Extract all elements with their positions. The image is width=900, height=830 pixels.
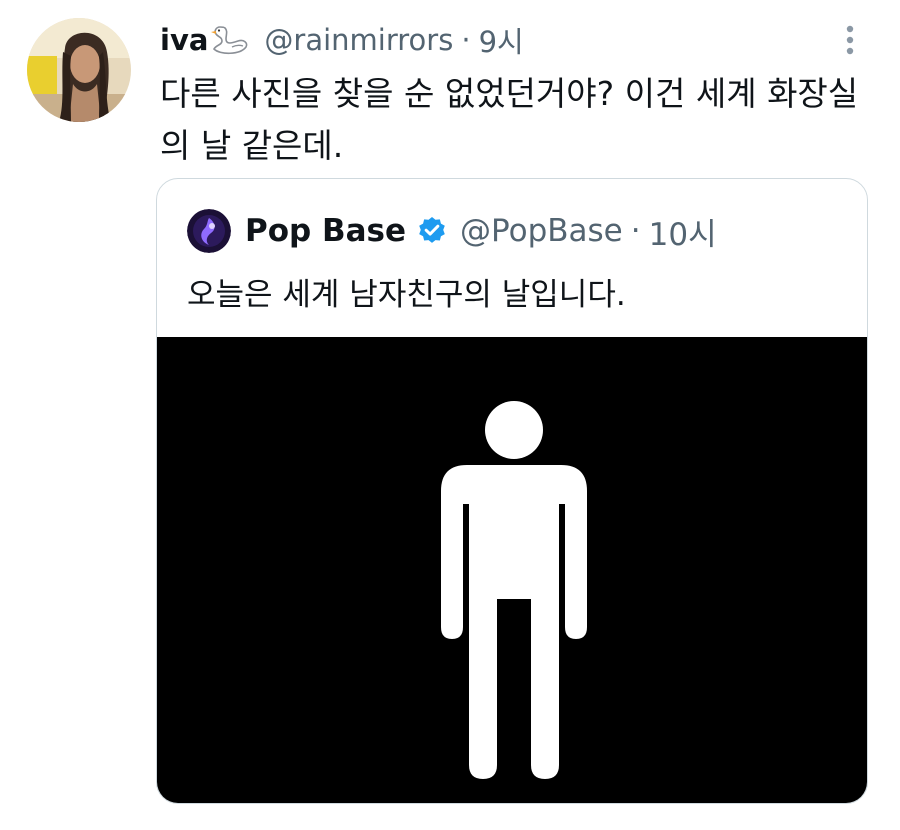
quoted-tweet-text: 오늘은 세계 남자친구의 날입니다.	[187, 277, 626, 313]
male-restroom-figure-icon	[441, 401, 587, 779]
tweet-text: 다른 사진을 찾을 순 없었던거야? 이건 세계 화장실의 날 같은데.	[160, 74, 859, 165]
quoted-author-display-name[interactable]: Pop Base	[245, 213, 406, 249]
more-options-button[interactable]	[836, 22, 864, 58]
quoted-tweet-timestamp[interactable]: 10시	[649, 209, 717, 254]
quoted-tweet-image[interactable]	[157, 337, 867, 803]
verified-badge-icon	[416, 215, 448, 247]
author-avatar[interactable]	[27, 18, 131, 122]
popbase-logo-icon	[187, 209, 231, 253]
swan-emoji-icon	[210, 23, 250, 57]
tweet-header: iva @rainmirrors · 9시	[160, 20, 524, 60]
quoted-author-avatar[interactable]	[187, 209, 231, 253]
quoted-header-separator: ·	[630, 213, 641, 249]
quoted-author-handle[interactable]: @PopBase	[460, 213, 623, 249]
header-separator: ·	[461, 23, 471, 57]
avatar-photo	[27, 18, 131, 122]
quoted-tweet-card[interactable]: Pop Base @PopBase · 10시 오늘은 세계 남자친구의 날입니…	[156, 178, 868, 804]
more-vertical-icon	[846, 25, 854, 55]
quoted-tweet-header: Pop Base @PopBase · 10시	[187, 207, 717, 255]
tweet-timestamp[interactable]: 9시	[479, 19, 524, 61]
author-display-name[interactable]: iva	[160, 23, 208, 57]
author-handle[interactable]: @rainmirrors	[264, 23, 453, 57]
